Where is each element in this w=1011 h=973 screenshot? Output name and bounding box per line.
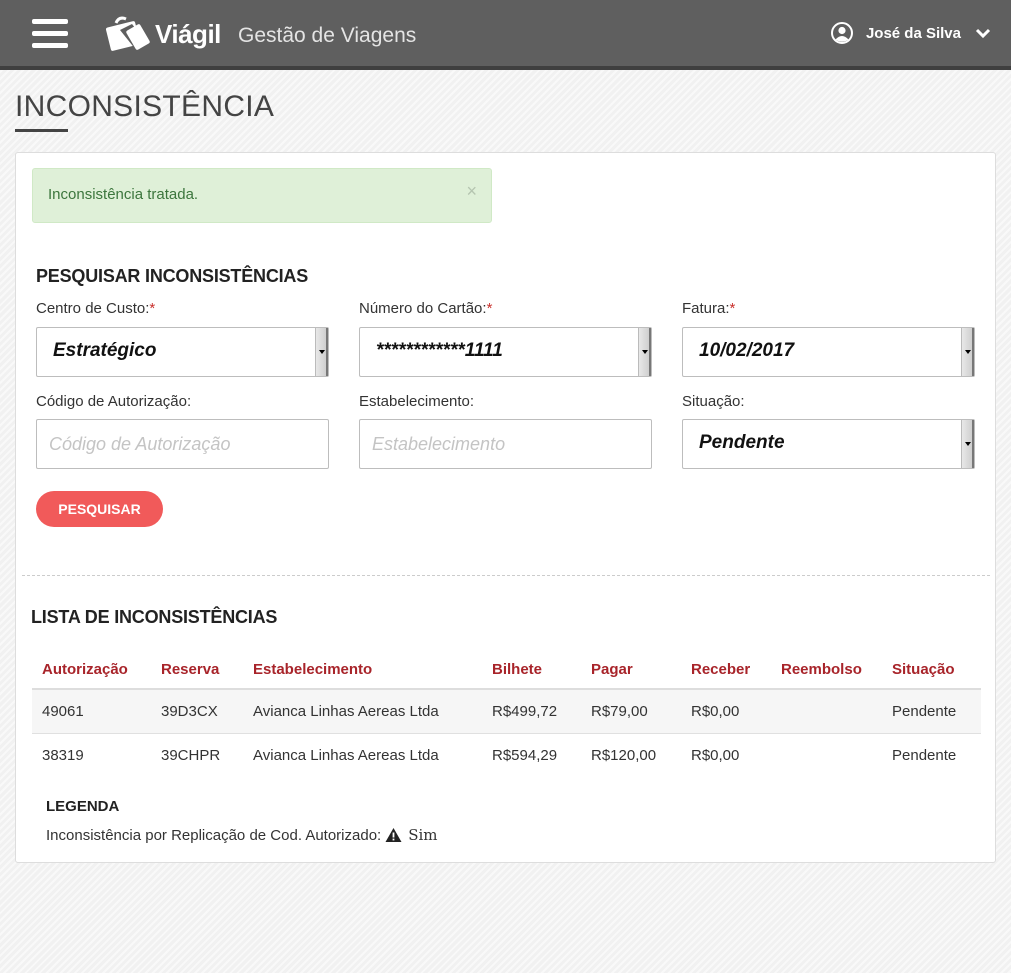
alert-message: Inconsistência tratada.: [48, 186, 199, 203]
cell-reservation: 39D3CX: [151, 689, 243, 734]
cell-establishment: Avianca Linhas Aereas Ltda: [243, 689, 482, 734]
legend-text: Inconsistência por Replicação de Cod. Au…: [46, 826, 382, 844]
column-header-ticket[interactable]: Bilhete: [482, 651, 581, 690]
column-header-reservation[interactable]: Reserva: [151, 651, 243, 690]
cell-authorization: 49061: [32, 689, 151, 734]
hamburger-menu-icon[interactable]: [32, 19, 68, 49]
column-header-receive[interactable]: Receber: [681, 651, 771, 690]
suitcase-logo-icon: [106, 16, 150, 51]
cell-receive: R$0,00: [691, 746, 740, 764]
logo-text: Viágil: [155, 18, 221, 49]
required-mark: *: [486, 300, 493, 317]
title-underline: [15, 129, 68, 132]
cell-status: Pendente: [892, 746, 957, 764]
dropdown-arrow-icon: [961, 328, 974, 376]
chevron-down-icon: [975, 28, 991, 39]
table-row[interactable]: 49061 39D3CX Avianca Linhas Aereas Ltda …: [32, 689, 981, 734]
cost-center-select[interactable]: Estratégico: [36, 327, 329, 377]
invoice-label: Fatura:*: [682, 300, 736, 317]
invoice-select[interactable]: 10/02/2017: [682, 327, 975, 377]
column-header-establishment[interactable]: Estabelecimento: [243, 651, 482, 690]
table-row[interactable]: 38319 39CHPR Avianca Linhas Aereas Ltda …: [32, 733, 981, 777]
establishment-input[interactable]: [359, 419, 652, 469]
cell-refund: [771, 733, 882, 777]
legend-title: LEGENDA: [46, 798, 120, 815]
app-subtitle: Gestão de Viagens: [238, 24, 417, 47]
alert-close-icon[interactable]: ×: [466, 181, 477, 202]
column-header-status[interactable]: Situação: [882, 651, 981, 690]
required-mark: *: [729, 300, 736, 317]
cell-pay: R$79,00: [581, 689, 681, 734]
cell-refund: [771, 689, 882, 734]
column-header-pay[interactable]: Pagar: [581, 651, 681, 690]
main-card: Inconsistência tratada. × PESQUISAR INCO…: [15, 152, 996, 863]
cell-receive: R$0,00: [681, 689, 771, 734]
column-header-authorization[interactable]: Autorização: [32, 651, 151, 690]
user-menu[interactable]: José da Silva: [830, 22, 991, 44]
legend-item: Inconsistência por Replicação de Cod. Au…: [46, 826, 438, 844]
warning-icon: [385, 828, 402, 842]
search-button[interactable]: PESQUISAR: [36, 491, 163, 527]
cell-ticket: R$594,29: [492, 746, 558, 764]
user-name: José da Silva: [865, 24, 961, 42]
status-value: Pendente: [699, 432, 785, 453]
cost-center-value: Estratégico: [53, 340, 157, 361]
table-header-row: Autorização Reserva Estabelecimento Bilh…: [32, 651, 981, 690]
user-avatar-icon: [830, 22, 853, 44]
section-divider: [22, 575, 990, 576]
status-label: Situação:: [682, 393, 745, 410]
list-section-title: LISTA DE INCONSISTÊNCIAS: [31, 607, 278, 627]
auth-code-input[interactable]: [36, 419, 329, 469]
cell-ticket: R$499,72: [482, 689, 581, 734]
cell-status: Pendente: [882, 689, 981, 734]
required-mark: *: [149, 300, 156, 317]
dropdown-arrow-icon: [638, 328, 651, 376]
success-alert: Inconsistência tratada. ×: [32, 168, 492, 223]
top-navigation-bar: Viágil Gestão de Viagens José da Silva: [0, 0, 1011, 70]
legend-value: Sim: [408, 826, 438, 844]
cell-pay: R$120,00: [591, 746, 657, 764]
cell-authorization: 38319: [42, 746, 84, 764]
cost-center-label: Centro de Custo:*: [36, 300, 156, 317]
card-number-value: ************1111: [376, 340, 503, 361]
page-title: INCONSISTÊNCIA: [15, 90, 275, 123]
cell-reservation: 39CHPR: [161, 746, 221, 764]
inconsistency-table: Autorização Reserva Estabelecimento Bilh…: [32, 651, 981, 777]
cell-establishment: Avianca Linhas Aereas Ltda: [253, 746, 439, 764]
card-number-label: Número do Cartão:*: [359, 300, 493, 317]
auth-code-label: Código de Autorização:: [36, 393, 192, 410]
column-header-refund[interactable]: Reembolso: [771, 651, 882, 690]
dropdown-arrow-icon: [315, 328, 328, 376]
search-section-title: PESQUISAR INCONSISTÊNCIAS: [36, 266, 309, 286]
establishment-label: Estabelecimento:: [359, 393, 475, 410]
dropdown-arrow-icon: [961, 420, 974, 468]
status-select[interactable]: Pendente: [682, 419, 975, 469]
invoice-value: 10/02/2017: [699, 340, 795, 361]
card-number-select[interactable]: ************1111: [359, 327, 652, 377]
app-logo[interactable]: Viágil: [106, 14, 221, 54]
